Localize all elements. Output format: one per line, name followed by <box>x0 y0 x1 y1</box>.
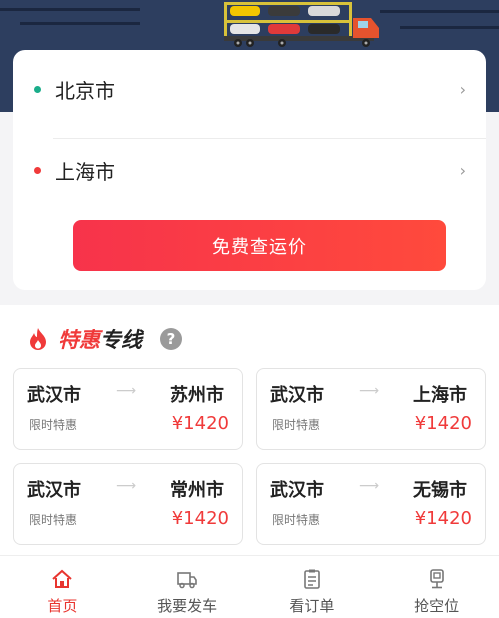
arrow-right-icon: ⟶ <box>359 383 380 399</box>
destination-city: 上海市 <box>55 159 115 184</box>
chevron-right-icon: › <box>459 79 466 99</box>
deal-price: ¥1420 <box>414 413 472 434</box>
destination-dot <box>34 166 41 174</box>
deal-tag: 限时特惠 <box>29 418 78 432</box>
arrow-right-icon: ⟶ <box>359 478 380 494</box>
deal-to: 常州市 <box>170 480 224 501</box>
deal-card[interactable]: 武汉市 ⟶ 苏州市 限时特惠 ¥1420 <box>13 368 243 450</box>
origin-dot <box>34 85 41 93</box>
hero-stripe <box>0 8 140 11</box>
deal-card[interactable]: 武汉市 ⟶ 常州市 限时特惠 ¥1420 <box>13 463 243 545</box>
deal-to: 无锡市 <box>413 480 467 501</box>
deal-from: 武汉市 <box>27 385 81 406</box>
tab-grab-seats[interactable]: 抢空位 <box>374 556 499 618</box>
divider <box>53 138 486 139</box>
deal-tag: 限时特惠 <box>272 513 321 527</box>
origin-city: 北京市 <box>55 78 115 103</box>
tab-dispatch[interactable]: 我要发车 <box>125 556 250 618</box>
bottom-tab-bar: 首页 我要发车 看订单 抢空位 <box>0 555 499 618</box>
deal-card[interactable]: 武汉市 ⟶ 无锡市 限时特惠 ¥1420 <box>256 463 486 545</box>
chevron-right-icon: › <box>459 160 466 180</box>
home-icon <box>52 569 73 588</box>
tab-home[interactable]: 首页 <box>0 556 125 618</box>
tab-label: 看订单 <box>289 597 335 615</box>
arrow-right-icon: ⟶ <box>116 478 137 494</box>
deal-tag: 限时特惠 <box>272 418 321 432</box>
fire-icon <box>30 328 46 350</box>
deal-from: 武汉市 <box>27 480 81 501</box>
deal-to: 苏州市 <box>170 385 224 406</box>
tab-label: 抢空位 <box>414 597 460 615</box>
route-card: 北京市 › 上海市 › 免费查运价 <box>13 50 486 290</box>
hero-stripe <box>400 26 499 29</box>
deal-price: ¥1420 <box>171 413 229 434</box>
free-quote-button[interactable]: 免费查运价 <box>73 220 446 271</box>
arrow-right-icon: ⟶ <box>116 383 137 399</box>
car-carrier-truck-illustration <box>224 2 379 47</box>
deal-from: 武汉市 <box>270 480 324 501</box>
section-title: 专线 <box>100 328 142 352</box>
hero-stripe <box>380 10 499 13</box>
truck-icon <box>177 572 197 589</box>
section-title-accent: 特惠 <box>58 328 100 352</box>
seat-icon <box>429 569 444 589</box>
deal-to: 上海市 <box>413 385 467 406</box>
deal-tag: 限时特惠 <box>29 513 78 527</box>
deal-price: ¥1420 <box>171 508 229 529</box>
section-header: 特惠 专线 ? <box>28 323 182 355</box>
tab-orders[interactable]: 看订单 <box>250 556 375 618</box>
hero-stripe <box>20 22 140 25</box>
tab-label: 首页 <box>47 597 78 615</box>
destination-selector[interactable]: 上海市 › <box>13 140 486 200</box>
deal-from: 武汉市 <box>270 385 324 406</box>
deal-price: ¥1420 <box>414 508 472 529</box>
promo-section: 特惠 专线 ? 武汉市 ⟶ 苏州市 限时特惠 ¥1420 武汉市 ⟶ 上海市 限… <box>0 305 499 555</box>
deal-card[interactable]: 武汉市 ⟶ 上海市 限时特惠 ¥1420 <box>256 368 486 450</box>
tab-label: 我要发车 <box>157 597 218 615</box>
clipboard-icon <box>304 569 320 589</box>
help-icon[interactable]: ? <box>160 328 182 350</box>
origin-selector[interactable]: 北京市 › <box>13 59 486 119</box>
